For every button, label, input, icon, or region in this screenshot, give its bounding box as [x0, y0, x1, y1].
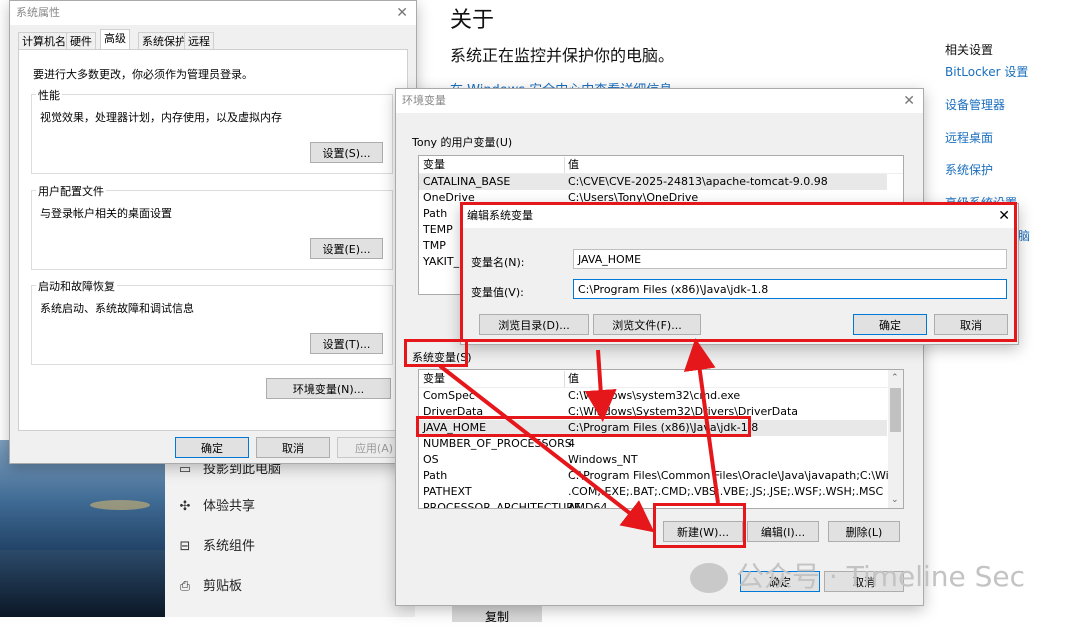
wechat-icon [690, 563, 728, 593]
arrow-to-java-home [584, 349, 617, 422]
arrow-to-edit-dialog [683, 338, 720, 504]
watermark: 公众号 · Timeline Sec [690, 555, 1025, 595]
arrow-to-new-button [438, 364, 655, 533]
annotation-arrows [438, 338, 720, 533]
